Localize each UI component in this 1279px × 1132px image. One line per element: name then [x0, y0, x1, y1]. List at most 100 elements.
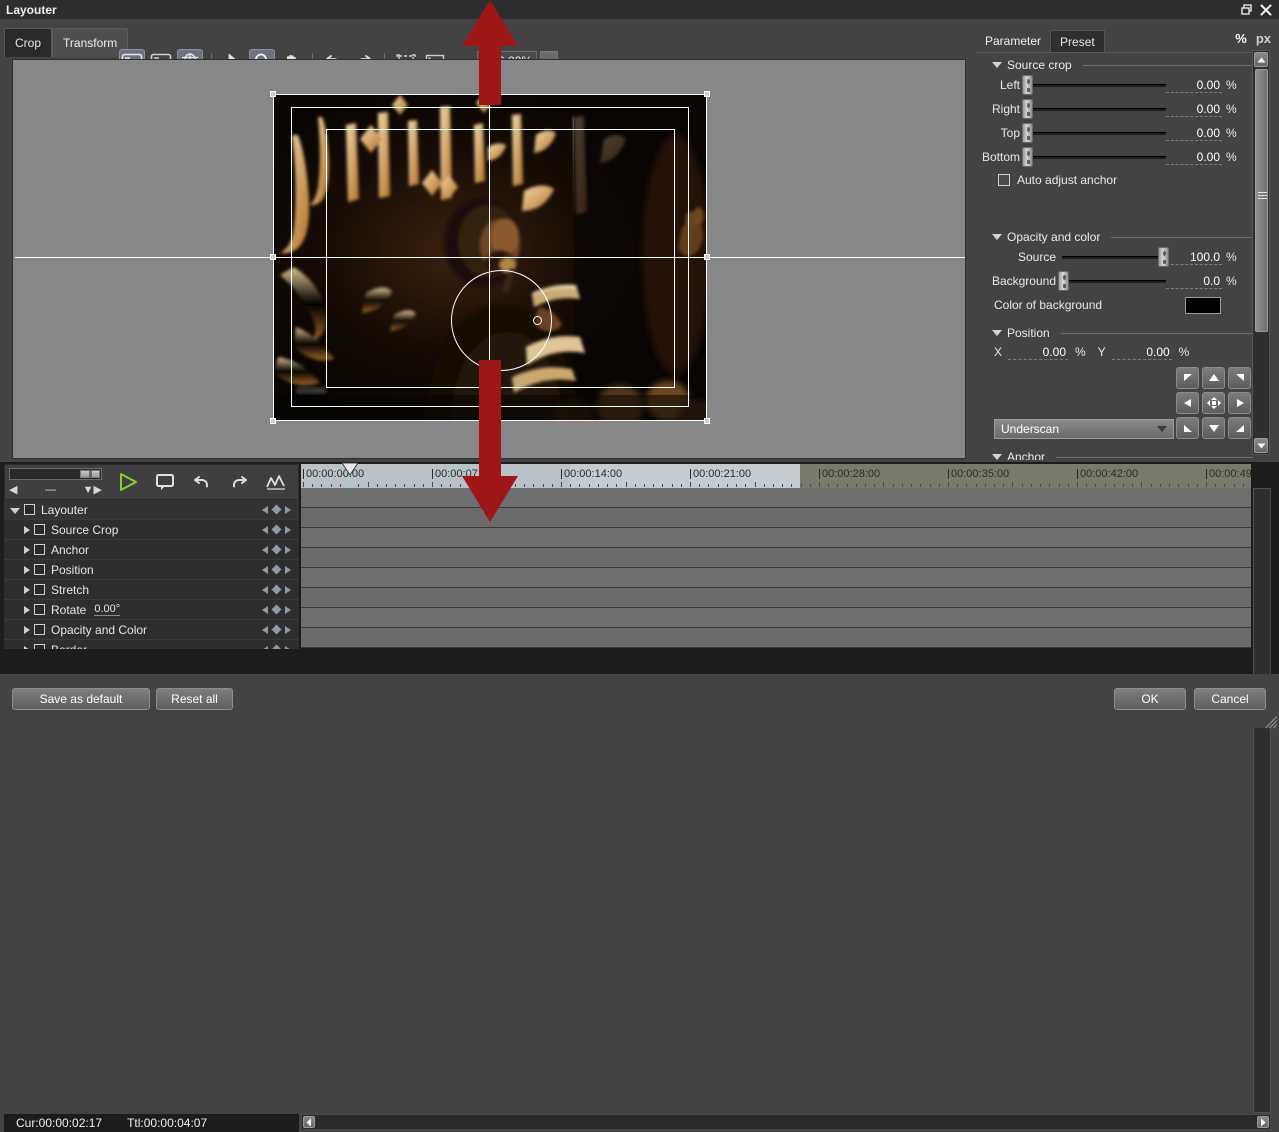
position-x-value[interactable]: 0.00: [1008, 345, 1068, 360]
slider-thumb-background[interactable]: [1058, 271, 1069, 291]
align-top-center-button[interactable]: [1202, 367, 1225, 389]
table-row[interactable]: Stretch: [4, 580, 299, 600]
unit-percent-button[interactable]: %: [1235, 31, 1247, 46]
parameter-panel-scroll-thumb[interactable]: [1255, 69, 1268, 332]
timeline-horizontal-scrollbar[interactable]: [301, 1114, 1271, 1130]
track-checkbox[interactable]: [24, 504, 35, 515]
parameter-panel-scrollbar[interactable]: [1252, 50, 1270, 455]
slider-track-top[interactable]: [1022, 121, 1166, 145]
timeline-track-rows[interactable]: [301, 488, 1251, 1114]
prev-keyframe-icon[interactable]: [262, 525, 268, 534]
redo-keyframe-button[interactable]: [228, 471, 250, 493]
slider-thumb-source[interactable]: [1158, 247, 1169, 267]
slider-thumb-top[interactable]: [1022, 123, 1033, 143]
add-keyframe-icon[interactable]: [271, 624, 282, 635]
next-keyframe-icon[interactable]: [285, 625, 291, 634]
add-keyframe-icon[interactable]: [271, 644, 282, 649]
anchor-point-handle[interactable]: [533, 316, 542, 325]
table-row[interactable]: Source Crop: [4, 520, 299, 540]
table-row[interactable]: Rotate 0.00°: [4, 600, 299, 620]
close-icon[interactable]: [1259, 3, 1273, 17]
nav-prev-icon[interactable]: ◀: [9, 483, 17, 496]
reset-all-button[interactable]: Reset all: [156, 688, 233, 710]
auto-adjust-anchor-row[interactable]: Auto adjust anchor: [976, 169, 1259, 191]
slider-value-left[interactable]: 0.00: [1166, 78, 1222, 93]
table-row[interactable]: Position: [4, 560, 299, 580]
scroll-down-button[interactable]: [1254, 438, 1268, 453]
tab-preset[interactable]: Preset: [1050, 30, 1105, 52]
track-checkbox[interactable]: [34, 524, 45, 535]
add-keyframe-icon[interactable]: [271, 544, 282, 555]
scroll-right-button[interactable]: [1257, 1116, 1269, 1128]
align-bottom-center-button[interactable]: [1202, 417, 1225, 439]
slider-track-source[interactable]: [1062, 245, 1169, 269]
timeline-row[interactable]: [301, 528, 1251, 548]
slider-thumb-bottom[interactable]: [1022, 147, 1033, 167]
triangle-right-icon[interactable]: [24, 525, 30, 534]
triangle-right-icon[interactable]: [24, 585, 30, 594]
align-top-right-button[interactable]: [1228, 367, 1251, 389]
scroll-left-button[interactable]: [303, 1116, 315, 1128]
window-resize-grip[interactable]: [1261, 711, 1278, 729]
add-keyframe-icon[interactable]: [271, 604, 282, 615]
prev-keyframe-icon[interactable]: [262, 505, 268, 514]
slider-value-source[interactable]: 100.0: [1166, 250, 1222, 265]
triangle-right-icon[interactable]: [24, 565, 30, 574]
track-checkbox[interactable]: [34, 544, 45, 555]
ok-button[interactable]: OK: [1114, 688, 1186, 710]
prev-keyframe-icon[interactable]: [262, 585, 268, 594]
curve-editor-button[interactable]: [265, 471, 287, 493]
group-position-header[interactable]: Position: [976, 325, 1259, 341]
add-keyframe-icon[interactable]: [271, 504, 282, 515]
save-as-default-button[interactable]: Save as default: [12, 688, 150, 710]
triangle-right-icon[interactable]: [24, 605, 30, 614]
position-preset-select[interactable]: Underscan: [994, 419, 1174, 439]
auto-adjust-anchor-checkbox[interactable]: [998, 174, 1010, 186]
undo-keyframe-button[interactable]: [191, 471, 213, 493]
position-y-value[interactable]: 0.00: [1111, 345, 1172, 360]
timeline-row[interactable]: [301, 568, 1251, 588]
align-middle-right-button[interactable]: [1228, 392, 1251, 414]
play-button[interactable]: [117, 471, 139, 493]
tab-crop[interactable]: Crop: [4, 28, 53, 57]
timeline-vertical-scrollbar[interactable]: [1253, 488, 1271, 1113]
restore-icon[interactable]: [1240, 3, 1254, 17]
next-keyframe-icon[interactable]: [285, 565, 291, 574]
next-keyframe-icon[interactable]: [285, 525, 291, 534]
tree-scroll-thumb[interactable]: |||: [80, 470, 100, 478]
playhead-marker[interactable]: [341, 462, 359, 476]
next-keyframe-icon[interactable]: [285, 505, 291, 514]
timeline-row[interactable]: [301, 588, 1251, 608]
align-center-button[interactable]: [1202, 392, 1225, 414]
prev-keyframe-icon[interactable]: [262, 605, 268, 614]
nav-next-icon[interactable]: ▶: [94, 483, 102, 496]
slider-track-left[interactable]: [1022, 73, 1166, 97]
timeline-row[interactable]: [301, 628, 1251, 648]
add-keyframe-icon[interactable]: [271, 584, 282, 595]
triangle-down-icon[interactable]: [10, 508, 20, 514]
table-row[interactable]: Layouter: [4, 500, 299, 520]
track-checkbox[interactable]: [34, 564, 45, 575]
tab-transform[interactable]: Transform: [52, 28, 129, 57]
next-keyframe-icon[interactable]: [285, 645, 291, 649]
prev-keyframe-icon[interactable]: [262, 565, 268, 574]
timeline-row[interactable]: [301, 488, 1251, 508]
slider-value-right[interactable]: 0.00: [1166, 102, 1222, 117]
timeline-ruler[interactable]: 00:00:00:00 00:00:07:00 00:00:14:00 00:0…: [301, 464, 1251, 488]
prev-keyframe-icon[interactable]: [262, 625, 268, 634]
next-keyframe-icon[interactable]: [285, 585, 291, 594]
track-checkbox[interactable]: [34, 604, 45, 615]
triangle-right-icon[interactable]: [24, 645, 30, 649]
slider-value-background[interactable]: 0.0: [1166, 274, 1222, 289]
tree-horizontal-scrollbar[interactable]: |||: [9, 468, 102, 480]
timeline-row[interactable]: [301, 608, 1251, 628]
align-top-left-button[interactable]: [1176, 367, 1199, 389]
slider-track-background[interactable]: [1058, 269, 1166, 293]
triangle-right-icon[interactable]: [24, 625, 30, 634]
slider-thumb-right[interactable]: [1022, 99, 1033, 119]
align-middle-left-button[interactable]: [1176, 392, 1199, 414]
next-keyframe-icon[interactable]: [285, 545, 291, 554]
track-checkbox[interactable]: [34, 624, 45, 635]
group-opacity-color-header[interactable]: Opacity and color: [976, 229, 1259, 245]
timeline-row[interactable]: [301, 508, 1251, 528]
